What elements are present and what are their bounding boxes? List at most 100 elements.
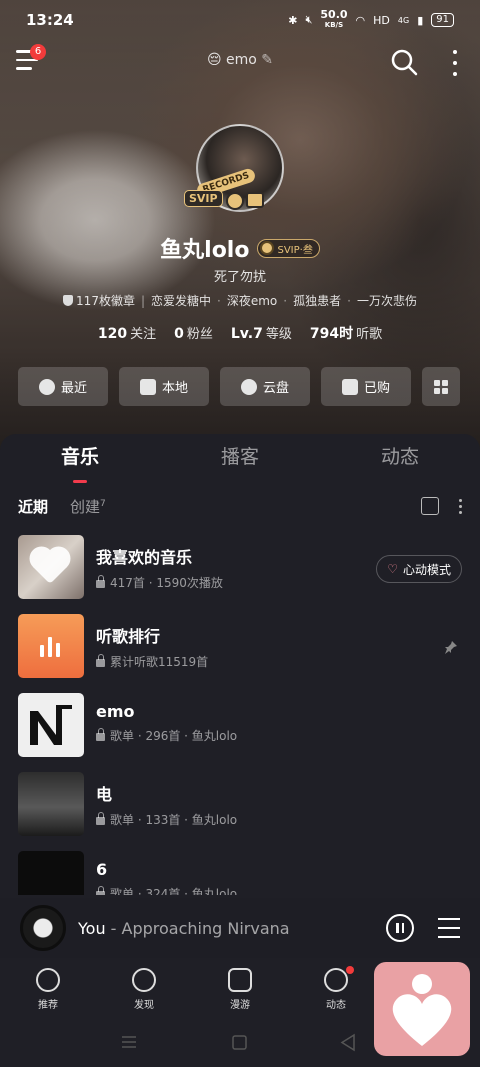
notification-dot xyxy=(346,966,354,974)
badge-count[interactable]: 117枚徽章 xyxy=(63,292,135,309)
svip-badge-label: SVIP xyxy=(184,190,223,207)
profile-stats: 120 关注 0 粉丝 Lv.7 等级 794时 听歌 xyxy=(0,323,480,343)
dot xyxy=(453,61,457,65)
stat-level[interactable]: Lv.7 等级 xyxy=(231,323,292,343)
more-apps-button[interactable] xyxy=(422,367,460,406)
playlist-subtabs: 近期 创建7 xyxy=(18,494,462,518)
bar-chart-icon xyxy=(40,635,62,657)
playlist-meta: 累计听歌11519首 xyxy=(110,655,209,669)
recent-label: 最近 xyxy=(60,381,87,396)
list-item[interactable]: 电 歌单 · 133首 · 鱼丸lolo xyxy=(0,772,480,851)
heart-icon xyxy=(33,550,67,584)
profile-tags: 117枚徽章 | 恋爱发糖中 · 深夜emo · 孤独患者 · 一万次悲伤 xyxy=(0,292,480,309)
pause-button[interactable] xyxy=(386,914,414,942)
signal-icon: ▮ xyxy=(417,13,424,27)
ranking-cover xyxy=(18,614,84,678)
stat-listen-time[interactable]: 794时 听歌 xyxy=(310,323,382,343)
records-badge[interactable]: RECORDS SVIP xyxy=(182,167,268,210)
net-speed: 50.0 KB/S xyxy=(320,9,347,30)
purchased-label: 已购 xyxy=(363,381,390,396)
heart-mode-button[interactable]: ♡ 心动模式 xyxy=(376,555,462,583)
local-button[interactable]: 本地 xyxy=(119,367,209,406)
badge-ticket-icon xyxy=(246,192,264,208)
playlist-meta: 歌单 · 133首 · 鱼丸lolo xyxy=(110,813,238,827)
list-item[interactable]: 听歌排行 累计听歌11519首 xyxy=(0,614,480,693)
tab-podcast[interactable]: 播客 xyxy=(160,444,320,484)
stat-value: Lv.7 xyxy=(230,326,263,342)
playlist-title: emo xyxy=(96,702,135,721)
lock-icon xyxy=(96,886,105,895)
import-icon[interactable] xyxy=(421,497,439,515)
bar xyxy=(40,645,44,657)
list-item-info: 电 歌单 · 133首 · 鱼丸lolo xyxy=(96,772,237,828)
stat-followers[interactable]: 0 粉丝 xyxy=(174,323,213,343)
edit-icon: ✎ xyxy=(261,52,274,68)
pause-bar xyxy=(401,923,404,933)
vip-disc-icon xyxy=(260,241,275,255)
nav-label: 推荐 xyxy=(38,1000,58,1011)
badge-coin-icon xyxy=(226,192,244,210)
more-options-button[interactable] xyxy=(450,50,460,76)
tab-moments[interactable]: 动态 xyxy=(320,444,480,484)
now-playing: You - Approaching Nirvana xyxy=(78,919,290,938)
song-artist: - Approaching Nirvana xyxy=(105,918,290,938)
subtab-created[interactable]: 创建7 xyxy=(70,496,106,517)
nav-moments[interactable]: 动态 xyxy=(288,962,384,1018)
created-count: 7 xyxy=(100,498,106,509)
playlist-meta: 歌单 · 296首 · 鱼丸lolo xyxy=(110,729,238,743)
liked-music-cover xyxy=(18,535,84,599)
bluetooth-icon: ✱ xyxy=(288,13,298,27)
purchased-button[interactable]: 已购 xyxy=(321,367,411,406)
wifi-icon: ◠ xyxy=(355,13,366,27)
hd-label: HD xyxy=(373,13,390,27)
list-item[interactable]: 我喜欢的音乐 417首 · 1590次播放 ♡ 心动模式 xyxy=(0,535,480,614)
tab-music[interactable]: 音乐 xyxy=(0,444,160,484)
separator: · xyxy=(217,293,221,308)
nav-roam[interactable]: 漫游 xyxy=(192,962,288,1018)
grid-icon xyxy=(434,379,448,394)
pin-icon[interactable] xyxy=(444,640,458,654)
nav-label: 发现 xyxy=(134,1000,154,1011)
radio-icon xyxy=(228,968,252,992)
more-vertical-icon[interactable] xyxy=(459,498,462,514)
stat-label: 粉丝 xyxy=(186,327,213,342)
list-item-info: 6 歌单 · 324首 · 鱼丸lolo xyxy=(96,851,237,895)
cloud-button[interactable]: 云盘 xyxy=(220,367,310,406)
recommend-icon xyxy=(36,968,60,992)
hands-cover xyxy=(18,851,84,895)
playlist-queue-button[interactable] xyxy=(438,918,460,938)
album-disc[interactable] xyxy=(20,905,66,951)
stat-label: 关注 xyxy=(130,327,157,342)
separator: · xyxy=(347,293,351,308)
local-label: 本地 xyxy=(161,381,188,396)
badge-count-label: 117枚徽章 xyxy=(76,294,135,308)
queue-line xyxy=(438,918,460,920)
vip-tag[interactable]: SVIP·叁 xyxy=(257,238,320,258)
quick-actions: 最近 本地 云盘 已购 xyxy=(18,367,462,406)
back-nav-icon xyxy=(340,1033,355,1052)
recent-button[interactable]: 最近 xyxy=(18,367,108,406)
playlist-title: 我喜欢的音乐 xyxy=(96,548,193,567)
lock-icon xyxy=(96,812,105,825)
status-icons: ✱ 🔇︎ 50.0 KB/S ◠ HD 4G ▮ 91 xyxy=(288,9,454,30)
nav-discover[interactable]: 发现 xyxy=(96,962,192,1018)
n-logo-icon xyxy=(30,705,72,745)
playlist-meta-row: 417首 · 1590次播放 xyxy=(96,574,223,591)
nav-recommend[interactable]: 推荐 xyxy=(0,962,96,1018)
mini-player[interactable]: You - Approaching Nirvana xyxy=(0,898,480,958)
dot xyxy=(453,50,457,54)
emo-cover xyxy=(18,693,84,757)
list-item[interactable]: 6 歌单 · 324首 · 鱼丸lolo xyxy=(0,851,480,895)
playlist-meta-row: 累计听歌11519首 xyxy=(96,653,208,670)
mute-icon: 🔇︎ xyxy=(305,13,313,26)
playlist-meta-row: 歌单 · 324首 · 鱼丸lolo xyxy=(96,885,237,895)
song-title: You xyxy=(78,918,106,938)
dot xyxy=(459,510,462,514)
list-item[interactable]: emo 歌单 · 296首 · 鱼丸lolo xyxy=(0,693,480,772)
search-icon[interactable] xyxy=(390,48,418,76)
dot xyxy=(453,72,457,76)
stat-value: 0 xyxy=(174,326,184,342)
top-title-text: emo xyxy=(226,52,257,68)
subtab-recent[interactable]: 近期 xyxy=(18,496,48,517)
stat-following[interactable]: 120 关注 xyxy=(98,323,156,343)
